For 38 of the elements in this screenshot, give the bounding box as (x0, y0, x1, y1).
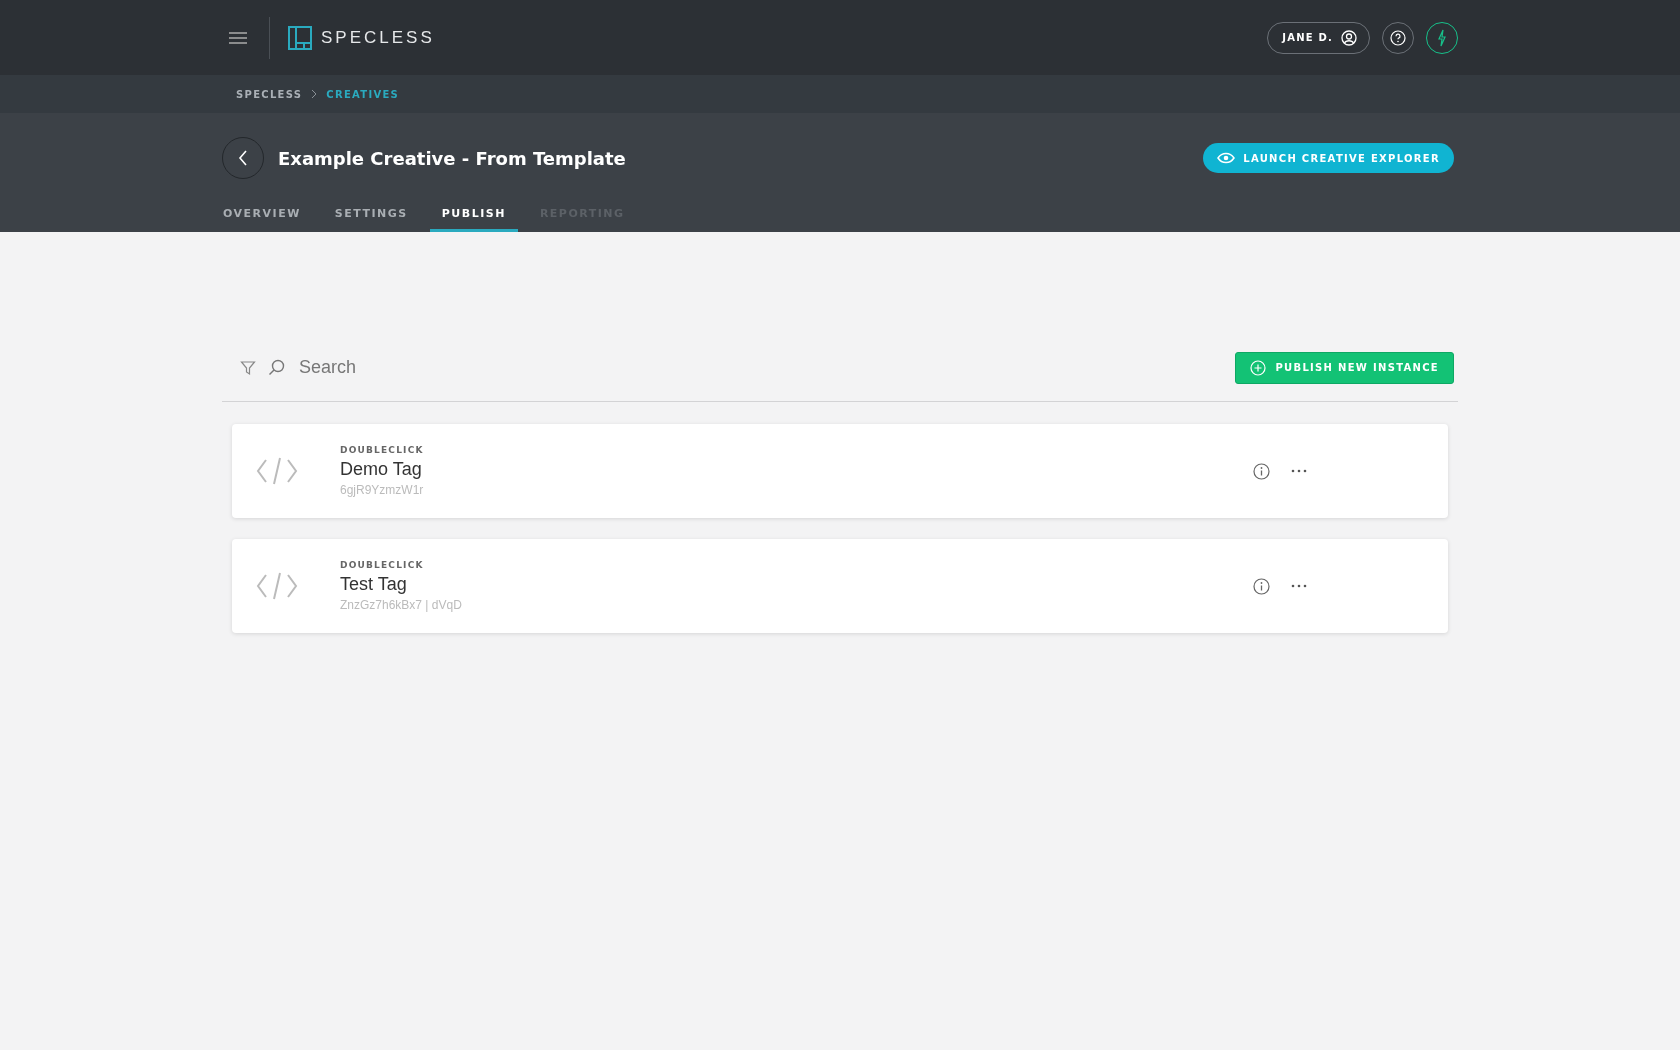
instance-name: Demo Tag (340, 459, 423, 480)
lightning-icon (1437, 28, 1447, 47)
more-icon (1290, 583, 1308, 589)
search-field[interactable]: Search (297, 356, 601, 379)
page-title: Example Creative - From Template (278, 147, 626, 169)
tab[interactable]: SETTINGS (322, 207, 420, 232)
code-icon (256, 570, 298, 602)
launch-explorer-button[interactable]: LAUNCH CREATIVE EXPLORER (1203, 143, 1454, 173)
instance-id: ZnzGz7h6kBx7 | dVqD (340, 598, 462, 612)
filter-icon (240, 359, 256, 376)
more-icon (1290, 468, 1308, 474)
info-icon (1253, 577, 1270, 595)
platform-label: DOUBLECLICK (340, 560, 425, 570)
plus-circle-icon (1250, 359, 1267, 376)
user-icon (1341, 29, 1357, 46)
logo-icon (288, 25, 312, 50)
instance-name: Test Tag (340, 574, 408, 595)
brand-name: SPECLESS (321, 27, 435, 48)
breadcrumb-link[interactable]: SPECLESS (236, 88, 303, 100)
info-button[interactable] (1253, 577, 1270, 595)
help-icon (1390, 29, 1406, 46)
info-icon (1253, 462, 1270, 480)
chevron-icon (310, 89, 319, 99)
tab[interactable]: OVERVIEW (222, 207, 313, 232)
more-button[interactable] (1290, 583, 1308, 589)
instance-id: 6gjR9YzmzW1r (340, 483, 424, 497)
filter-button[interactable] (240, 359, 256, 376)
code-icon (256, 455, 298, 487)
info-button[interactable] (1253, 462, 1270, 480)
eye-icon (1217, 152, 1236, 164)
platform-label: DOUBLECLICK (340, 445, 424, 455)
tab[interactable]: PUBLISH (429, 207, 518, 232)
instance-card[interactable]: DOUBLECLICK Demo Tag 6gjR9YzmzW1r (232, 424, 1448, 518)
breadcrumb-link[interactable]: CREATIVES (326, 88, 400, 100)
publish-new-instance-button[interactable]: PUBLISH NEW INSTANCE (1235, 351, 1454, 384)
more-button[interactable] (1290, 468, 1308, 474)
instance-card[interactable]: DOUBLECLICK Test Tag ZnzGz7h6kBx7 | dVqD (232, 539, 1448, 633)
search-icon (268, 359, 285, 376)
